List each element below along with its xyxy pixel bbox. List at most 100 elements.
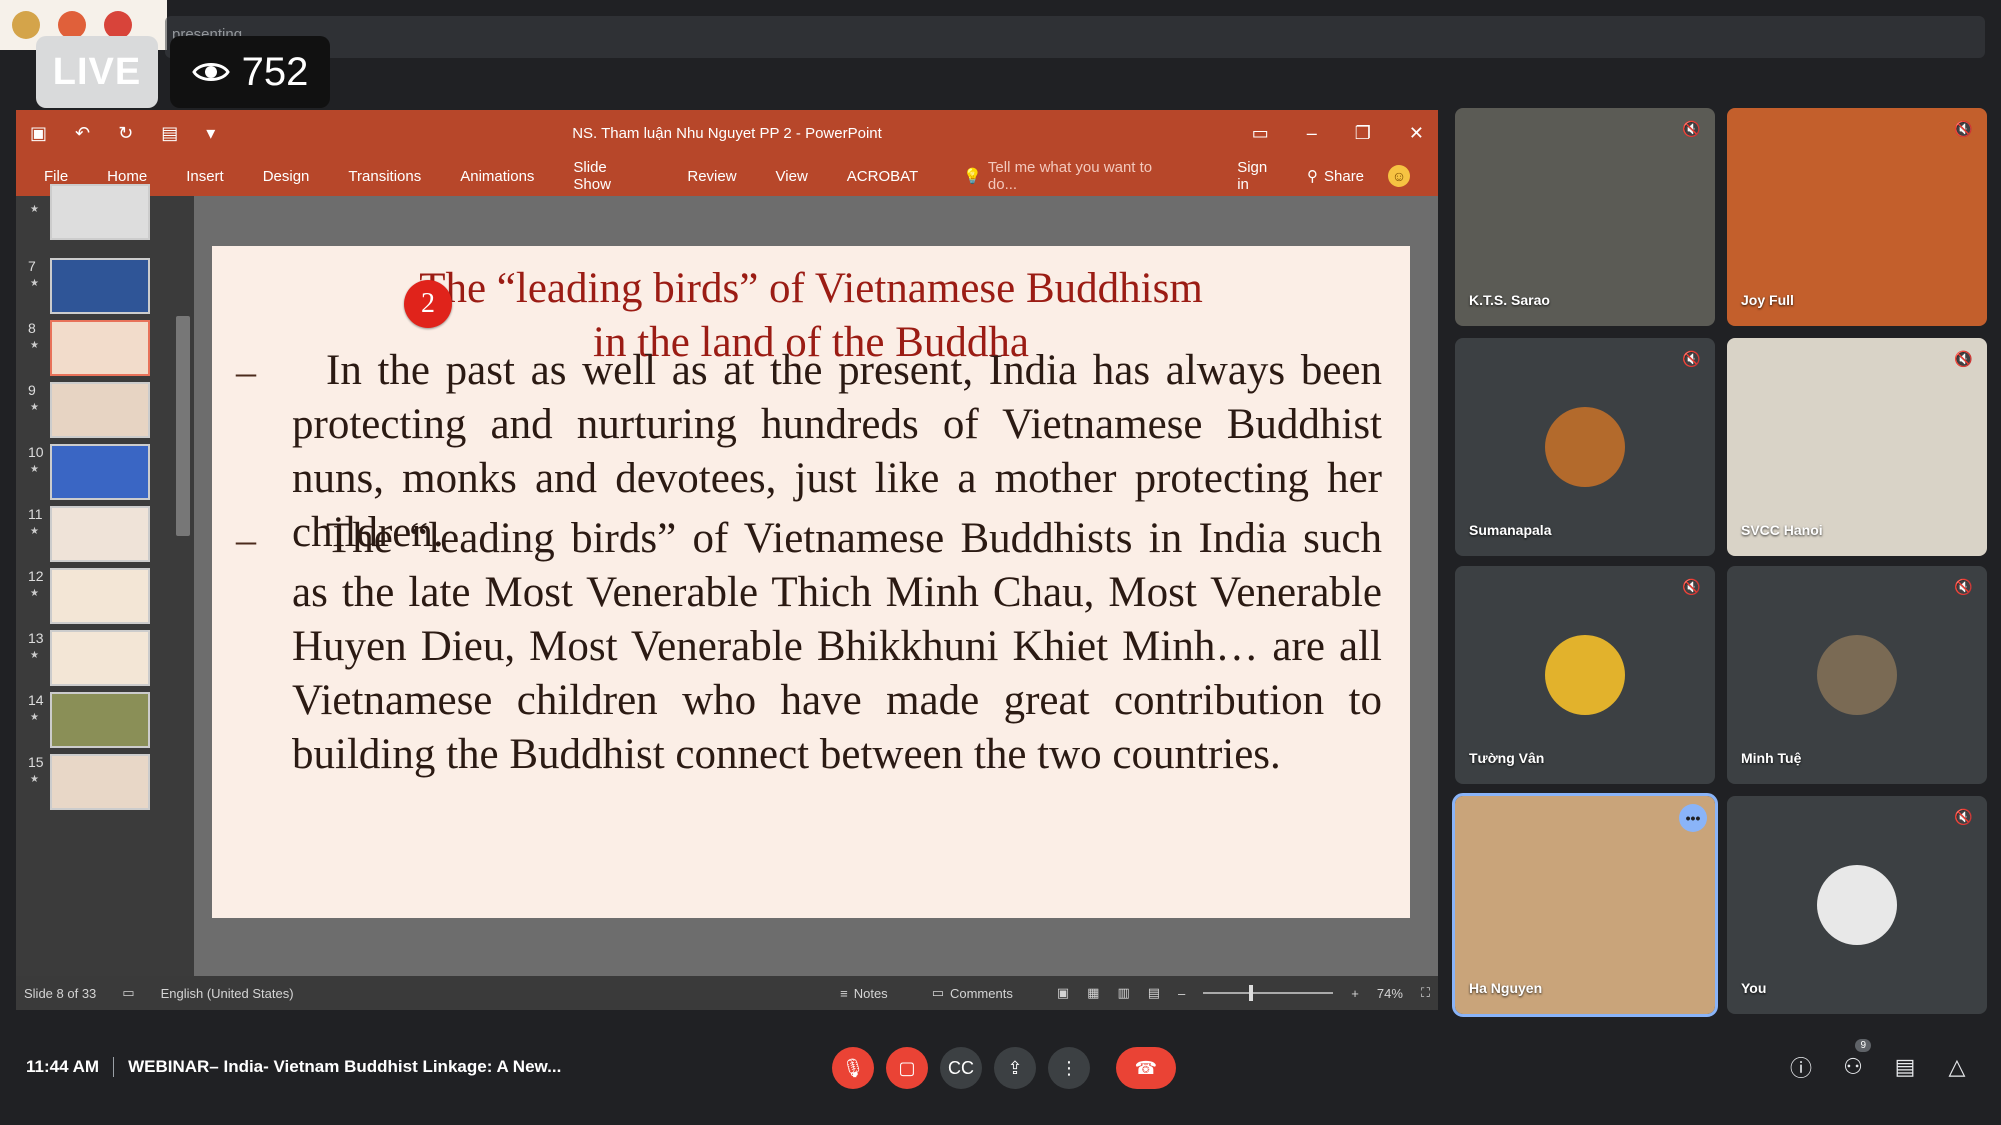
slide-thumbnail[interactable]: 12 ★ [16,568,176,628]
meeting-time: 11:44 AM [26,1057,100,1076]
participant-tile[interactable]: Minh Tuệ 🔇 [1727,566,1987,784]
slide-thumbnail[interactable]: ★ [16,184,176,244]
camera-toggle-button[interactable]: ▢ [886,1047,928,1089]
ppt-workspace: ★ 7 ★ 8 ★ 9 ★ 10 ★ 11 ★ 12 ★ 13 ★ 14 ★ 15 ★ The “leading b… [16,184,1438,976]
minimize-icon[interactable]: – [1307,123,1317,144]
slide-thumbnail[interactable]: 9 ★ [16,382,176,442]
bullet-dash: – [236,349,256,394]
save-icon[interactable]: ▣ [30,123,47,144]
participant-tile[interactable]: Tường Vân 🔇 [1455,566,1715,784]
slide-thumbnail[interactable]: 11 ★ [16,506,176,566]
zoom-slider[interactable] [1203,985,1334,1001]
tab-view[interactable]: View [776,168,808,185]
zoom-level[interactable]: 74% [1377,986,1403,1001]
animation-star-icon: ★ [30,204,39,215]
animation-star-icon: ★ [30,650,39,661]
more-options-button[interactable]: ⋮ [1048,1047,1090,1089]
share-button[interactable]: ⚲ Share [1307,167,1364,186]
participant-tile[interactable]: Joy Full 🔇 [1727,108,1987,326]
avatar [1545,635,1625,715]
tell-me-search[interactable]: 💡 Tell me what you want to do... [963,159,1185,193]
tab-slide-show[interactable]: Slide Show [573,159,648,193]
avatar [1817,865,1897,945]
captions-button[interactable]: CC [940,1047,982,1089]
slide-thumbnail[interactable]: 13 ★ [16,630,176,690]
sign-in-link[interactable]: Sign in [1237,159,1283,193]
tab-review[interactable]: Review [687,168,736,185]
slide-thumbnail[interactable]: 10 ★ [16,444,176,504]
tell-me-placeholder: Tell me what you want to do... [987,159,1153,193]
spell-check-icon[interactable]: ▭ [122,985,134,1001]
comments-label: Comments [949,985,1013,1001]
meeting-details-icon[interactable]: ⓘ [1787,1053,1815,1081]
slide-thumbnail-image [50,184,150,240]
slide-thumbnail-image [50,754,150,810]
side-panel-actions: ⓘ ⚇ 9 ▤ △ [1787,1039,1971,1081]
slide-thumbnail[interactable]: 7 ★ [16,258,176,318]
customize-toolbar-icon[interactable]: ▾ [206,123,215,144]
chat-icon[interactable]: ▤ [1891,1053,1919,1081]
slide-thumbnail-number: 15 [28,754,44,770]
participant-name: Ha Nguyen [1469,980,1543,996]
redo-icon[interactable]: ↻ [118,123,133,144]
zoom-in-icon[interactable]: + [1351,986,1359,1001]
tab-transitions[interactable]: Transitions [348,168,421,185]
animation-star-icon: ★ [30,464,39,475]
fit-to-window-icon[interactable]: ⛶ [1421,985,1430,1001]
slide-thumbnail-image [50,506,150,562]
ribbon-display-icon[interactable]: ▭ [1252,123,1269,144]
animation-star-icon: ★ [30,278,39,289]
tab-design[interactable]: Design [263,168,310,185]
participant-tile[interactable]: Ha Nguyen ••• [1452,793,1718,1017]
slide-thumbnail[interactable]: 8 ★ [16,320,176,380]
participant-tile[interactable]: K.T.S. Sarao 🔇 [1455,108,1715,326]
tab-insert[interactable]: Insert [186,168,224,185]
mic-muted-icon: 🔇 [1954,121,1973,138]
ribbon-tabs: File Home Insert Design Transitions Anim… [16,156,1438,196]
slide-thumbnail-number: 9 [28,382,36,398]
normal-view-icon[interactable]: ▣ [1057,985,1069,1001]
thumbnail-scrollbar[interactable] [176,316,190,536]
slide-editing-area: The “leading birds” of Vietnamese Buddhi… [194,196,1438,976]
tab-file[interactable]: File [44,168,68,185]
leave-call-button[interactable]: ☎ [1116,1047,1176,1089]
slide-thumbnail-number: 13 [28,630,44,646]
mic-muted-icon: 🔇 [1682,579,1701,596]
close-icon[interactable]: ✕ [1409,123,1424,144]
participant-tile[interactable]: Sumanapala 🔇 [1455,338,1715,556]
bullet-text-2: The “leading birds” of Vietnamese Buddhi… [292,515,1382,778]
activities-icon[interactable]: △ [1943,1053,1971,1081]
restore-icon[interactable]: ❐ [1355,123,1371,144]
bullet-dash: – [236,517,256,562]
tab-animations[interactable]: Animations [460,168,534,185]
participant-tile[interactable]: You 🔇 [1727,796,1987,1014]
reading-view-icon[interactable]: ▥ [1117,985,1129,1001]
feedback-smiley-icon[interactable]: ☺ [1388,165,1410,187]
tab-home[interactable]: Home [107,168,147,185]
animation-star-icon: ★ [30,774,39,785]
window-title: NS. Tham luận Nhu Nguyet PP 2 - PowerPoi… [572,125,882,142]
comments-button[interactable]: ▭ Comments [932,985,1013,1001]
present-button[interactable]: ⇪ [994,1047,1036,1089]
zoom-out-icon[interactable]: – [1178,986,1185,1001]
current-slide[interactable]: The “leading birds” of Vietnamese Buddhi… [212,246,1410,918]
presenting-banner [165,16,1985,58]
zoom-slider-thumb[interactable] [1249,985,1254,1001]
notes-button[interactable]: ≡ Notes [840,986,888,1001]
call-controls: 🎙 ▢ CC ⇪ ⋮ ☎ [832,1047,1176,1089]
slide-thumbnail[interactable]: 14 ★ [16,692,176,752]
more-vert-icon: ⋮ [1060,1057,1078,1078]
slide-title-line1: The “leading birds” of Vietnamese Buddhi… [419,265,1203,312]
slide-thumbnail[interactable]: 15 ★ [16,754,176,814]
tab-acrobat[interactable]: ACROBAT [847,168,918,185]
mic-toggle-button[interactable]: 🎙 [832,1047,874,1089]
slide-sorter-icon[interactable]: ▦ [1087,985,1099,1001]
notes-icon: ≡ [840,985,848,1001]
animation-star-icon: ★ [30,712,39,723]
participant-tile[interactable]: SVCC Hanoi 🔇 [1727,338,1987,556]
start-from-beginning-icon[interactable]: ▤ [161,123,178,144]
slideshow-view-icon[interactable]: ▤ [1148,985,1160,1001]
people-icon[interactable]: ⚇ 9 [1839,1039,1871,1081]
undo-icon[interactable]: ↶ [75,123,90,144]
language-indicator[interactable]: English (United States) [161,986,294,1001]
